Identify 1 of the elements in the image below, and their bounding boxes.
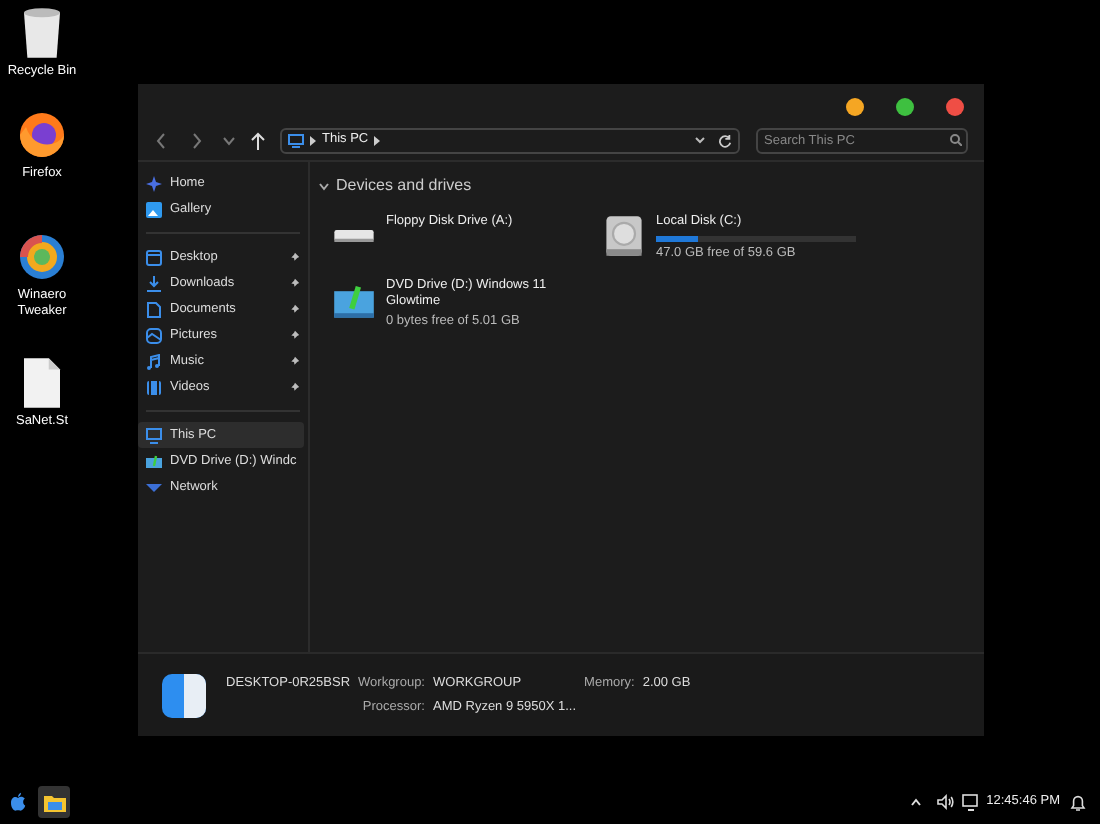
group-header[interactable]: Devices and drives [336,174,472,198]
